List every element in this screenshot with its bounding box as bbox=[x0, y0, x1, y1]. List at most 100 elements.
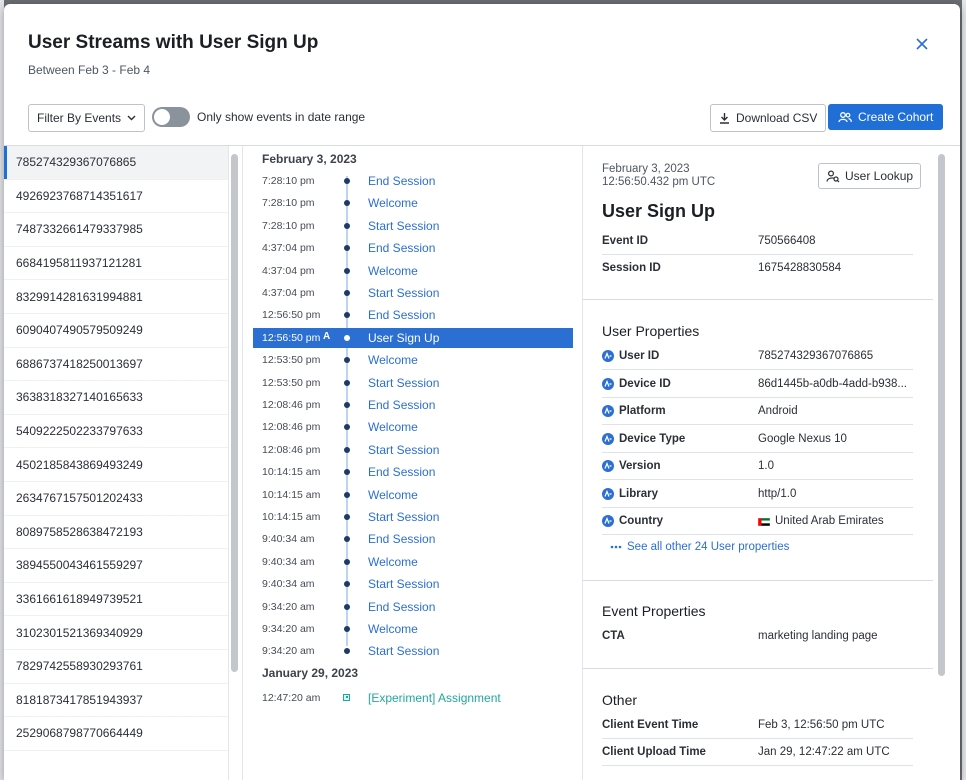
timeline-dot bbox=[344, 626, 350, 632]
timeline-event[interactable]: 12:08:46 pm End Session bbox=[253, 395, 573, 415]
user-list-item[interactable]: 8181873417851943937 bbox=[4, 684, 228, 718]
timeline-event[interactable]: 9:40:34 am Welcome bbox=[253, 552, 573, 572]
date-range-toggle[interactable] bbox=[152, 107, 190, 127]
user-list-item[interactable]: 6684195811937121281 bbox=[4, 247, 228, 281]
timeline-event[interactable]: 9:34:20 am Welcome bbox=[253, 619, 573, 639]
field-value: 86d1445b-a0db-4add-b938... bbox=[758, 378, 916, 390]
user-list-item[interactable]: 2529068798770664449 bbox=[4, 717, 228, 751]
toggle-label: Only show events in date range bbox=[197, 110, 366, 124]
timeline-dot bbox=[344, 312, 350, 319]
timeline-event[interactable]: 4:37:04 pm End Session bbox=[253, 238, 573, 258]
timeline-event[interactable]: 7:28:10 pm End Session bbox=[253, 171, 573, 191]
event-time: 10:14:15 am bbox=[262, 511, 321, 523]
event-name: Welcome bbox=[368, 420, 418, 435]
timeline-dot bbox=[344, 222, 350, 229]
user-list-item[interactable]: 2634767157501202433 bbox=[4, 482, 228, 516]
more-dots-icon bbox=[610, 545, 622, 549]
user-list-item[interactable]: 6886737418250013697 bbox=[4, 348, 228, 382]
close-button[interactable] bbox=[910, 32, 934, 56]
user-list-item[interactable]: 8329914281631994881 bbox=[4, 280, 228, 314]
timeline-event[interactable]: 7:28:10 pm Welcome bbox=[253, 193, 573, 213]
field-key: Device Type bbox=[602, 432, 685, 445]
timeline-event[interactable]: 9:40:34 am End Session bbox=[253, 529, 573, 549]
close-icon bbox=[916, 38, 928, 50]
timeline-event[interactable]: 10:14:15 am Welcome bbox=[253, 485, 573, 505]
create-cohort-button[interactable]: Create Cohort bbox=[828, 104, 944, 130]
event-time: 12:47:20 am bbox=[262, 691, 321, 704]
timeline-event[interactable]: 12:53:50 pm Welcome bbox=[253, 350, 573, 370]
event-time: 9:34:20 am bbox=[262, 623, 315, 635]
user-list-item[interactable]: 7487332661479337985 bbox=[4, 213, 228, 247]
field-value-text: 86d1445b-a0db-4add-b938... bbox=[758, 377, 907, 390]
event-time: 9:34:20 am bbox=[262, 600, 315, 613]
field-value: 785274329367076865 bbox=[758, 350, 916, 362]
user-list-item[interactable]: 8089758528638472193 bbox=[4, 516, 228, 550]
user-list-item[interactable]: 4926923768714351617 bbox=[4, 180, 228, 214]
timeline-event[interactable]: 12:08:46 pm Welcome bbox=[253, 417, 573, 437]
section-divider bbox=[583, 580, 933, 581]
user-list-item[interactable]: 7829742558930293761 bbox=[4, 650, 228, 684]
timeline-event[interactable]: 9:40:34 am Start Session bbox=[253, 574, 573, 594]
timeline-dot bbox=[344, 469, 350, 476]
timeline-event[interactable]: 12:53:50 pm Start Session bbox=[253, 373, 573, 393]
event-name: Start Session bbox=[368, 577, 440, 592]
field-key: Platform bbox=[602, 405, 666, 417]
event-name: End Session bbox=[368, 599, 436, 614]
event-name: Start Session bbox=[368, 442, 440, 457]
event-name: End Session bbox=[368, 465, 436, 480]
event-name: End Session bbox=[368, 398, 436, 412]
field-key: Device ID bbox=[602, 377, 671, 390]
timeline-event[interactable]: 9:34:20 am End Session bbox=[253, 597, 573, 617]
field-value-text: Android bbox=[758, 405, 798, 417]
user-list-item[interactable]: 3894550043461559297 bbox=[4, 549, 228, 583]
other-row: Client Event Time Feb 3, 12:56:50 pm UTC bbox=[602, 712, 913, 739]
timeline-dot bbox=[344, 178, 350, 184]
user-property-icon bbox=[602, 515, 614, 527]
event-name: Start Session bbox=[368, 218, 440, 233]
user-list-item[interactable]: 4502185843869493249 bbox=[4, 448, 228, 482]
user-lookup-button[interactable]: User Lookup bbox=[818, 163, 922, 189]
event-time: 12:53:50 pm bbox=[262, 354, 321, 367]
user-property-row: Version 1.0 bbox=[602, 453, 913, 480]
event-timeline: February 3, 2023 7:28:10 pm End Session 7:2… bbox=[243, 146, 582, 780]
timeline-event[interactable]: 4:37:04 pm Start Session bbox=[253, 283, 573, 303]
timeline-event[interactable]: 12:56:50 pm A User Sign Up bbox=[253, 327, 573, 348]
field-value-text: 785274329367076865 bbox=[758, 350, 874, 362]
timeline-event[interactable]: 9:34:20 am Start Session bbox=[253, 641, 573, 661]
timeline-event[interactable]: 7:28:10 pm Start Session bbox=[253, 216, 573, 236]
user-list-item[interactable]: 5409222502233797633 bbox=[4, 415, 228, 449]
field-key: Session ID bbox=[602, 262, 661, 274]
field-value-text: 1.0 bbox=[758, 460, 774, 472]
user-list-item[interactable]: 6090407490579509249 bbox=[4, 314, 228, 348]
modal-title: User Streams with User Sign Up bbox=[28, 32, 319, 53]
section-divider bbox=[583, 299, 933, 300]
event-name: End Session bbox=[368, 532, 436, 547]
download-csv-button[interactable]: Download CSV bbox=[710, 104, 827, 132]
timeline-dot bbox=[344, 603, 350, 610]
event-time: 4:37:04 pm bbox=[262, 264, 315, 277]
user-property-row: Device Type Google Nexus 10 bbox=[602, 426, 913, 453]
user-property-row: Device ID 86d1445b-a0db-4add-b938... bbox=[602, 371, 913, 398]
timeline-event[interactable]: 12:47:20 am [Experiment] Assignment bbox=[253, 688, 573, 708]
user-property-row: User ID 785274329367076865 bbox=[602, 343, 913, 370]
user-list-item[interactable]: 785274329367076865 bbox=[4, 146, 228, 180]
timeline-dot bbox=[344, 648, 350, 655]
timeline-event[interactable]: 4:37:04 pm Welcome bbox=[253, 261, 573, 281]
see-all-user-properties-link[interactable]: See all other 24 User properties bbox=[610, 541, 789, 553]
timeline-event[interactable]: 12:56:50 pm End Session bbox=[253, 305, 573, 325]
user-list-item[interactable]: 3361661618949739521 bbox=[4, 583, 228, 617]
field-value: Google Nexus 10 bbox=[758, 433, 916, 445]
user-list-item[interactable]: 3638318327140165633 bbox=[4, 381, 228, 415]
timeline-event[interactable]: 10:14:15 am End Session bbox=[253, 462, 573, 482]
toolbar: Filter By Events Only show events in dat… bbox=[4, 104, 960, 132]
timeline-event[interactable]: 12:08:46 pm Start Session bbox=[253, 440, 573, 460]
user-list-scrollbar[interactable] bbox=[231, 154, 238, 672]
user-properties-heading: User Properties bbox=[602, 323, 700, 339]
detail-scrollbar[interactable] bbox=[938, 154, 945, 676]
timeline-event[interactable]: 10:14:15 am Start Session bbox=[253, 507, 573, 527]
field-key-label: Version bbox=[619, 460, 661, 472]
field-value: Jan 29, 12:47:22 am UTC bbox=[758, 746, 890, 758]
filter-by-events-dropdown[interactable]: Filter By Events bbox=[28, 104, 146, 132]
filter-label: Filter By Events bbox=[37, 111, 122, 125]
user-list-item[interactable]: 3102301521369340929 bbox=[4, 616, 228, 650]
